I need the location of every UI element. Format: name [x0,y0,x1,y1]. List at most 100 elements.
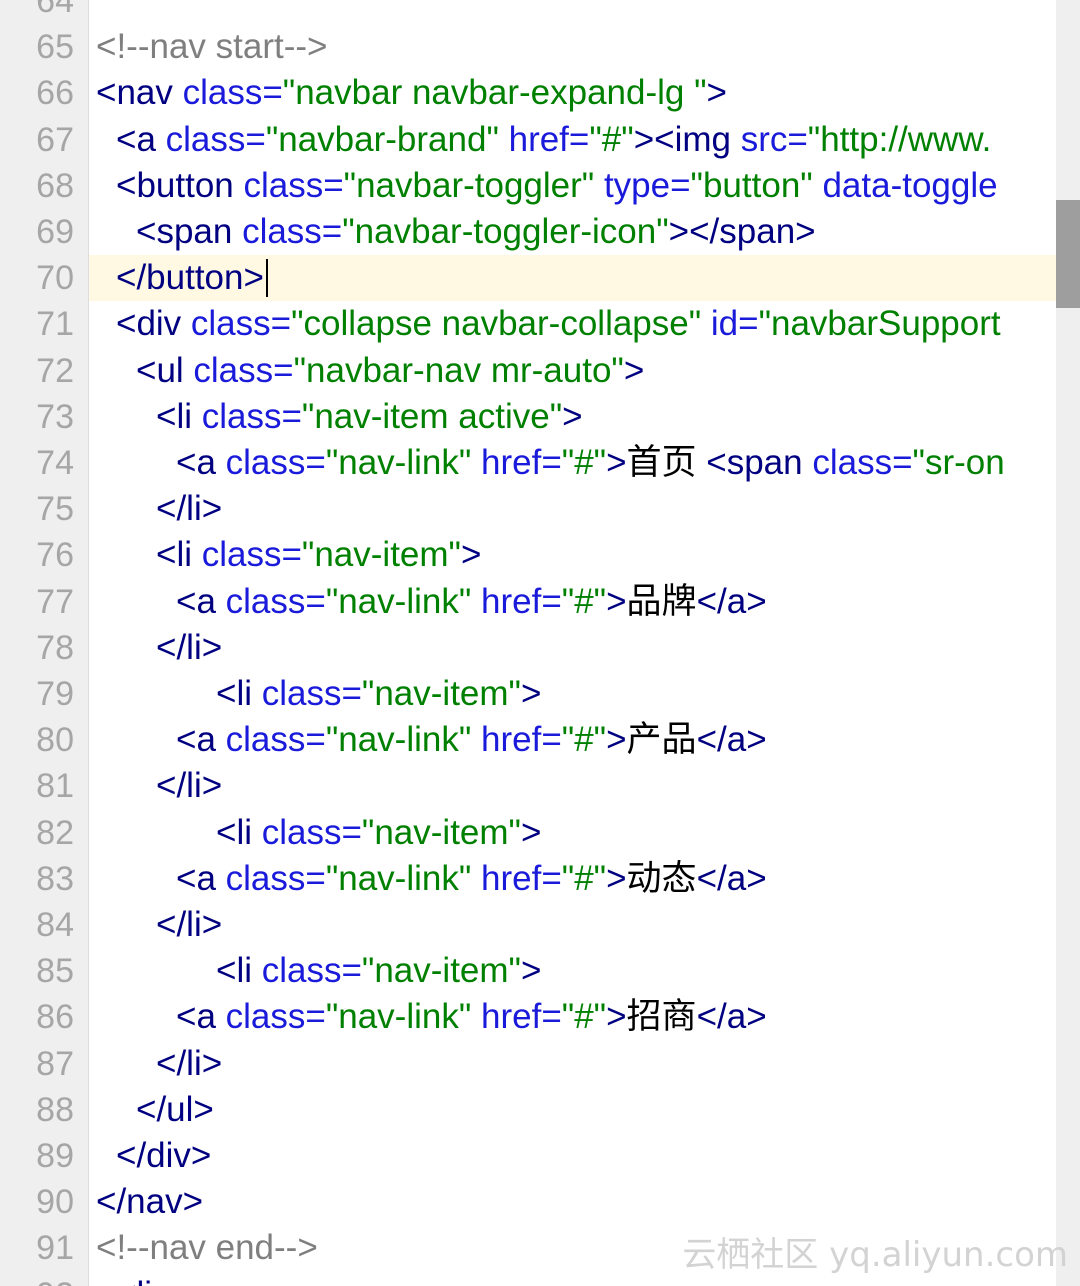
code-token: "navbar-brand" [265,119,499,159]
code-text[interactable]: <li class="nav-item"> [216,812,541,852]
code-token: > [460,535,482,575]
scrollbar-thumb[interactable] [1056,200,1080,308]
code-line[interactable]: 64 [0,0,1056,24]
code-line[interactable]: 84 </li> [0,902,1056,948]
code-text[interactable]: <ul class="navbar-nav mr-auto"> [136,351,644,390]
code-text[interactable]: <li [116,1275,152,1286]
code-token: "#" [561,720,607,760]
code-line[interactable]: 87 </li> [0,1041,1056,1087]
code-line[interactable]: 76 <li class="nav-item"> [0,532,1056,578]
code-token: </li> [156,627,223,667]
code-line[interactable]: 90 </nav> [0,1179,1056,1225]
code-token: </button> [116,258,264,298]
code-token: 动态 [626,858,697,898]
code-token: > [520,674,542,713]
code-line[interactable]: 72 <ul class="navbar-nav mr-auto"> [0,348,1056,394]
code-text[interactable]: <!--nav end--> [96,1229,318,1267]
code-text[interactable]: <div class="collapse navbar-collapse" id… [116,305,1001,343]
code-token: </li> [156,489,223,529]
code-text[interactable]: <li class="nav-item"> [216,675,541,713]
code-text[interactable]: </ul> [136,1089,214,1129]
code-token: href= [471,997,562,1037]
code-text[interactable]: <a class="nav-link" href="#">品牌</a> [176,581,767,621]
line-number: 71 [36,305,74,344]
code-line[interactable]: 66 <nav class="navbar navbar-expand-lg "> [0,70,1056,116]
code-line[interactable]: 81 </li> [0,763,1056,809]
code-line[interactable]: 73 <li class="nav-item active"> [0,394,1056,440]
code-text[interactable]: </nav> [96,1183,203,1221]
code-token: "nav-item active" [301,396,563,436]
code-editor[interactable]: 64 65 <!--nav start--> 66 <nav class="navbar… [0,0,1080,1286]
code-text[interactable]: </li> [156,490,222,528]
line-number: 82 [36,813,74,852]
code-text[interactable]: </li> [156,627,223,667]
code-token: </a> [696,581,767,621]
code-token: </ul> [136,1089,214,1129]
line-number: 70 [36,259,74,298]
code-line[interactable]: 85 <li class="nav-item"> [0,948,1056,994]
code-line[interactable]: 68 <button class="navbar-toggler" type="b… [0,163,1056,209]
code-text[interactable]: <a class="nav-link" href="#">招商</a> [176,998,767,1036]
code-line[interactable]: 82 <li class="nav-item"> [0,810,1056,856]
line-number: 75 [36,490,74,529]
code-token: <li [156,535,202,575]
code-text[interactable]: <li class="nav-item active"> [156,396,583,436]
line-number: 69 [36,213,74,251]
code-token: </a> [696,997,767,1037]
code-token: <div [116,304,191,344]
code-line[interactable]: 79 <li class="nav-item"> [0,671,1056,717]
code-token: <li [216,674,262,713]
line-number: 87 [36,1044,74,1083]
code-line[interactable]: 74 <a class="nav-link" href="#">首页 <span … [0,440,1056,486]
code-text[interactable]: <nav class="navbar navbar-expand-lg "> [96,74,727,112]
code-token: href= [471,443,562,482]
code-line[interactable]: 71 <div class="collapse navbar-collapse" … [0,301,1056,347]
code-text[interactable]: </li> [156,906,222,944]
code-line[interactable]: 75 </li> [0,486,1056,532]
code-token: "navbar-toggler-icon" [342,212,669,251]
code-text[interactable]: <span class="navbar-toggler-icon"></span… [136,213,816,251]
code-line[interactable]: 69 <span class="navbar-toggler-icon"></sp… [0,209,1056,255]
code-line[interactable]: 80 <a class="nav-link" href="#">产品</a> [0,717,1056,763]
code-line[interactable]: 88 </ul> [0,1087,1056,1133]
code-text[interactable]: <button class="navbar-toggler" type="but… [116,166,998,205]
code-text[interactable]: </button> [116,258,268,298]
code-text[interactable]: <a class="nav-link" href="#">首页 <span cl… [176,444,1005,482]
code-text[interactable]: </li> [156,1044,222,1083]
code-text[interactable]: <a class="nav-link" href="#">动态</a> [176,858,767,898]
line-number: 77 [36,582,74,621]
code-token: <a [176,581,226,621]
code-text[interactable]: <li class="nav-item"> [156,536,481,574]
code-text[interactable]: <a class="navbar-brand" href="#"><img sr… [116,119,991,159]
code-token: class= [225,858,326,898]
code-line[interactable]: 89 </div> [0,1133,1056,1179]
code-line[interactable]: 78 </li> [0,625,1056,671]
code-line[interactable]: 65 <!--nav start--> [0,24,1056,70]
code-token: </li> [156,905,223,944]
code-text[interactable]: <!--nav start--> [96,28,327,66]
code-text[interactable]: </div> [116,1137,211,1175]
code-token: </a> [696,720,767,760]
code-token: "navbar navbar-expand-lg " [282,73,707,113]
vertical-scrollbar[interactable] [1056,0,1080,1286]
code-line[interactable]: 83 <a class="nav-link" href="#">动态</a> [0,856,1056,902]
code-token: <li [216,812,262,852]
code-text[interactable]: <li class="nav-item"> [216,952,541,990]
line-number: 79 [36,675,74,713]
code-line[interactable]: 77 <a class="nav-link" href="#">品牌</a> [0,579,1056,625]
code-token: <a [116,119,166,159]
code-line[interactable]: 67 <a class="navbar-brand" href="#"><img … [0,117,1056,163]
code-token: <a [176,997,226,1037]
code-token: "collapse navbar-collapse" [291,304,702,344]
code-token: "#" [589,119,634,159]
code-text[interactable]: <a class="nav-link" href="#">产品</a> [176,721,767,759]
code-token: <!--nav end--> [96,1228,318,1268]
code-token: 首页 [626,443,707,482]
current-code-line[interactable]: 70 </button> [36,255,1056,302]
code-token: "#" [561,443,607,482]
code-line[interactable]: 86 <a class="nav-link" href="#">招商</a> [0,994,1056,1040]
line-number: 81 [36,767,74,806]
code-token: class= [225,581,326,621]
code-text[interactable]: </li> [156,767,222,805]
code-token: ></span> [668,212,816,251]
